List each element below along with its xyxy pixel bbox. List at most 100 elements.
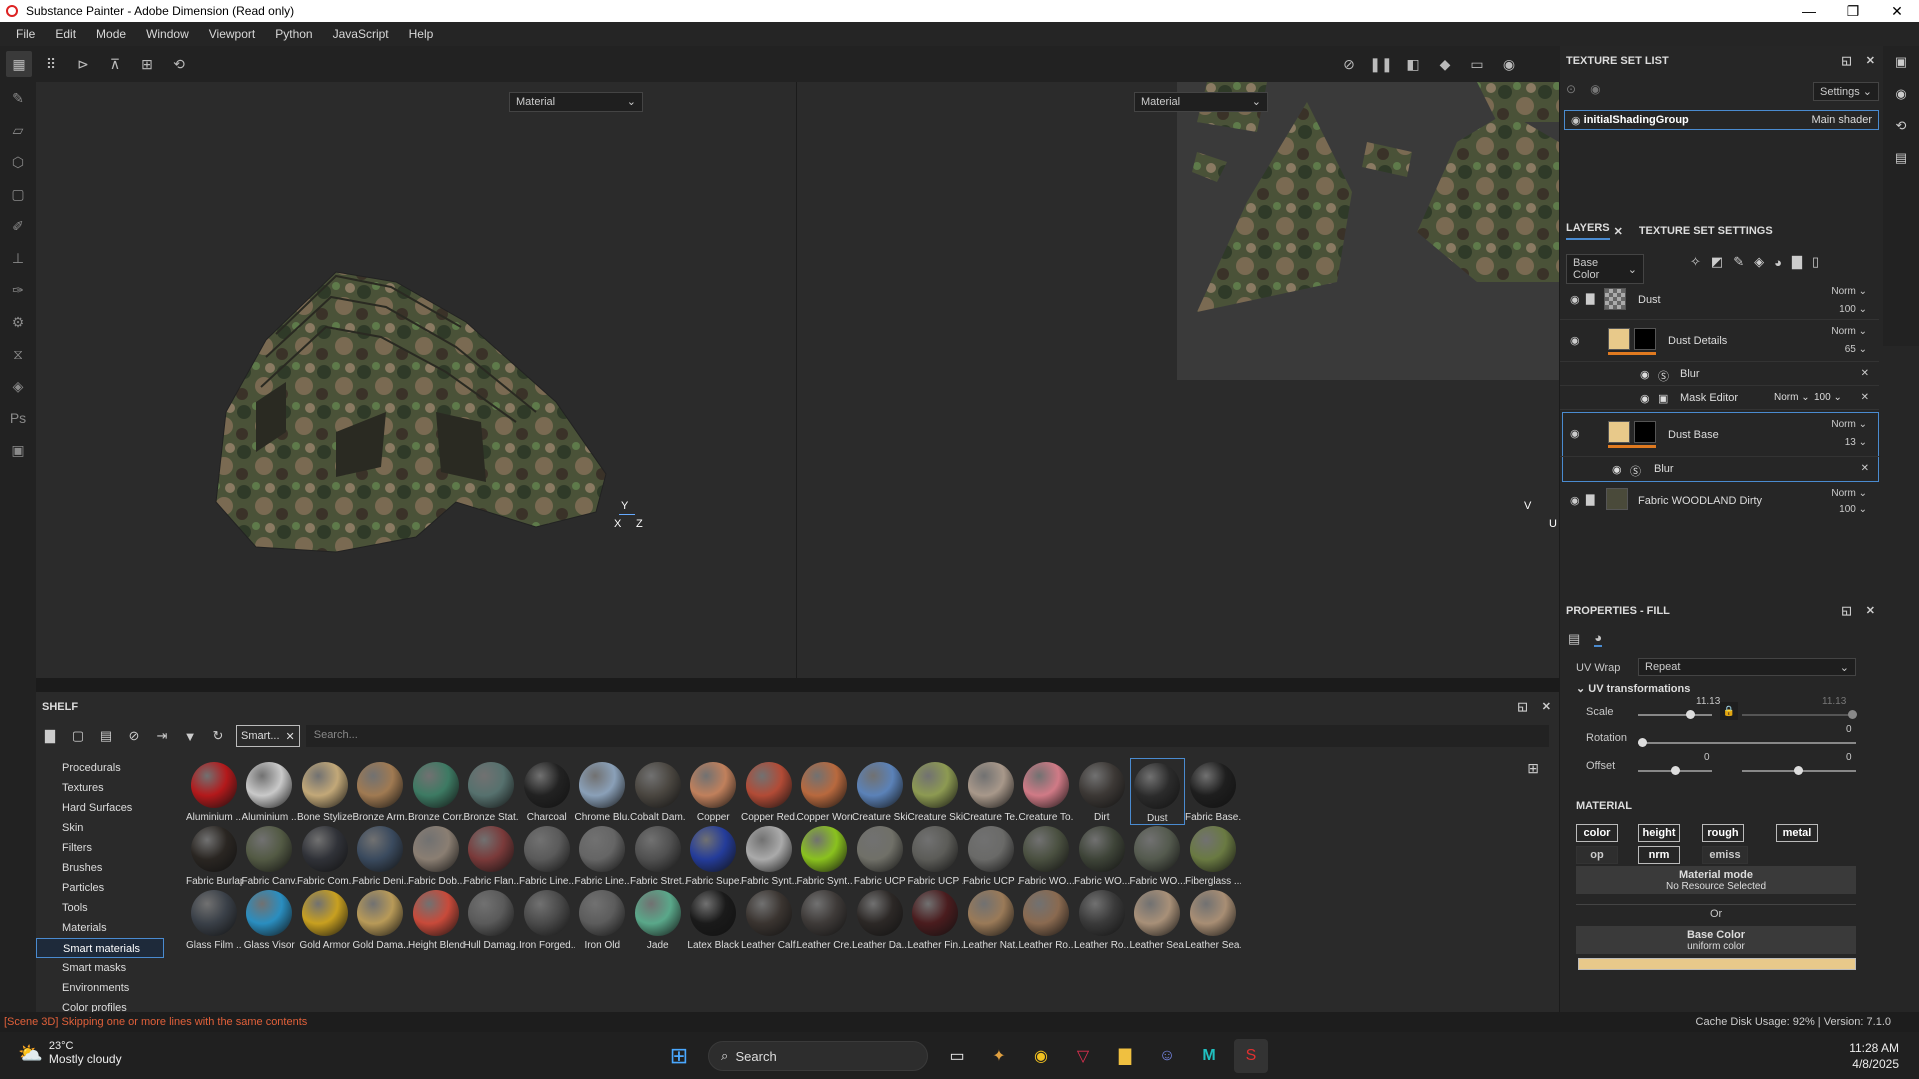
tab-texture-set-settings[interactable]: TEXTURE SET SETTINGS bbox=[1639, 225, 1773, 237]
layer-row[interactable]: ◉ ▇ Dust Norm ⌄ 100 ⌄ bbox=[1560, 280, 1879, 320]
cube-icon[interactable]: ◆ bbox=[1432, 51, 1458, 77]
discord-icon[interactable]: ☺ bbox=[1150, 1039, 1184, 1073]
effect-blend-mode[interactable]: Norm ⌄ bbox=[1774, 392, 1810, 403]
substance-painter-icon[interactable]: S bbox=[1234, 1039, 1268, 1073]
maximize-button[interactable]: ❐ bbox=[1831, 0, 1875, 22]
offset-y-value[interactable]: 0 bbox=[1846, 752, 1852, 763]
material-item[interactable]: Creature Te... bbox=[963, 758, 1019, 823]
category-smart-masks[interactable]: Smart masks bbox=[36, 958, 164, 978]
filter-tag[interactable]: Smart... ✕ bbox=[236, 725, 300, 747]
vivaldi-icon[interactable]: ▽ bbox=[1066, 1039, 1100, 1073]
material-item[interactable]: Fabric Synt... bbox=[797, 822, 852, 887]
remove-effect-icon[interactable]: ✕ bbox=[1861, 368, 1869, 379]
bake-icon[interactable]: ⚙ bbox=[0, 306, 36, 338]
fill-settings-icon[interactable]: ▤ bbox=[1568, 631, 1580, 647]
material-item[interactable]: Hull Damag... bbox=[464, 886, 519, 951]
hide-icon[interactable]: ⊘ bbox=[1336, 51, 1362, 77]
material-item[interactable]: Iron Old bbox=[575, 886, 631, 951]
pause-icon[interactable]: ❚❚ bbox=[1368, 51, 1394, 77]
rotation-value[interactable]: 0 bbox=[1846, 724, 1852, 735]
layer-blend-mode[interactable]: Norm ⌄ bbox=[1831, 488, 1867, 499]
material-item[interactable]: Copper bbox=[686, 758, 742, 823]
layer-eye-icon[interactable]: ◉ bbox=[1570, 334, 1580, 347]
layer-opacity[interactable]: 13 ⌄ bbox=[1845, 437, 1867, 448]
scale-value[interactable]: 11.13 bbox=[1696, 696, 1720, 707]
history-icon[interactable]: ⟲ bbox=[166, 51, 192, 77]
screenshot-camera-icon[interactable]: ◉ bbox=[1496, 51, 1522, 77]
texture-set-eye-icon[interactable]: ◉ bbox=[1571, 114, 1584, 127]
bake-settings-icon[interactable]: ⧖ bbox=[0, 338, 36, 370]
export-icon[interactable]: ▣ bbox=[0, 434, 36, 466]
paint-brush-icon[interactable]: ✎ bbox=[0, 82, 36, 114]
shelf-close-icon[interactable]: ✕ bbox=[1542, 700, 1551, 713]
channel-metal-button[interactable]: metal bbox=[1776, 824, 1818, 842]
layer-blend-mode[interactable]: Norm ⌄ bbox=[1831, 326, 1867, 337]
menu-python[interactable]: Python bbox=[275, 27, 312, 41]
history-icon[interactable]: ⟲ bbox=[1883, 110, 1919, 142]
channel-emiss-button[interactable]: emiss bbox=[1702, 846, 1748, 864]
refresh-icon[interactable]: ↻ bbox=[204, 728, 232, 744]
viewport-2d[interactable]: Material ⌄ V U bbox=[797, 82, 1559, 678]
menu-javascript[interactable]: JavaScript bbox=[333, 27, 389, 41]
menu-edit[interactable]: Edit bbox=[55, 27, 76, 41]
paint-layer-icon[interactable]: ✎ bbox=[1733, 254, 1744, 270]
material-item[interactable]: Latex Black bbox=[686, 886, 742, 951]
layer-opacity[interactable]: 65 ⌄ bbox=[1845, 344, 1867, 355]
database-icon[interactable]: ▤ bbox=[92, 728, 120, 744]
layer-row[interactable]: ◉ Dust Details Norm ⌄ 65 ⌄ bbox=[1560, 320, 1879, 362]
material-item[interactable]: Aluminium ... bbox=[242, 758, 297, 823]
split-view-icon[interactable]: ◧ bbox=[1400, 51, 1426, 77]
material-item[interactable]: Charcoal bbox=[519, 758, 575, 823]
layer-row[interactable]: ◉ ▇ Fabric WOODLAND Dirty Norm ⌄ 100 ⌄ bbox=[1560, 484, 1879, 514]
scale-slider[interactable] bbox=[1638, 710, 1712, 719]
material-item[interactable]: Chrome Blu... bbox=[575, 758, 630, 823]
material-item[interactable]: Bronze Stat... bbox=[464, 758, 519, 823]
category-brushes[interactable]: Brushes bbox=[36, 858, 164, 878]
material-item[interactable]: Aluminium ... bbox=[186, 758, 242, 823]
category-smart-materials[interactable]: Smart materials bbox=[36, 938, 164, 958]
fill-layer-icon[interactable]: ◈ bbox=[1754, 254, 1764, 270]
material-tab-icon[interactable]: ◕ bbox=[1594, 630, 1603, 647]
material-item[interactable]: Glass Visor bbox=[242, 886, 298, 951]
symmetry-x-icon[interactable]: ⊳ bbox=[70, 51, 96, 77]
tsl-settings-button[interactable]: Settings ⌄ bbox=[1813, 82, 1880, 101]
material-item[interactable]: Fabric Line... bbox=[575, 822, 630, 887]
tab-layers[interactable]: LAYERS bbox=[1566, 222, 1610, 240]
layer-blend-mode[interactable]: Norm ⌄ bbox=[1831, 286, 1867, 297]
menu-window[interactable]: Window bbox=[146, 27, 189, 41]
base-color-button[interactable]: Base Color uniform color bbox=[1576, 926, 1856, 954]
effect-row[interactable]: ◉ ▣ Mask Editor Norm ⌄ 100 ⌄ ✕ bbox=[1560, 386, 1879, 410]
weather-widget[interactable]: ⛅ 23°C Mostly cloudy bbox=[18, 1040, 122, 1066]
material-item[interactable]: Fabric Canv... bbox=[242, 822, 297, 887]
log-icon[interactable]: ▤ bbox=[1883, 142, 1919, 174]
material-item[interactable]: Fabric Synt... bbox=[741, 822, 797, 887]
material-item[interactable]: Jade bbox=[630, 886, 686, 951]
material-item[interactable]: Fabric WO... bbox=[1074, 822, 1130, 887]
clone-stamp-icon[interactable]: ⊥ bbox=[0, 242, 36, 274]
remove-filter-icon[interactable]: ✕ bbox=[286, 730, 295, 743]
material-item[interactable]: Fabric Deni... bbox=[353, 822, 408, 887]
remove-effect-icon[interactable]: ✕ bbox=[1861, 463, 1869, 474]
tsl-float-icon[interactable]: ◱ bbox=[1841, 54, 1851, 67]
layer-eye-icon[interactable]: ◉ bbox=[1570, 427, 1580, 440]
rotation-slider[interactable] bbox=[1638, 738, 1856, 747]
material-item[interactable]: Glass Film ... bbox=[186, 886, 242, 951]
delete-icon[interactable]: ▯ bbox=[1812, 254, 1819, 270]
material-item[interactable]: Creature Ski... bbox=[852, 758, 908, 823]
viewport-2d-channel-select[interactable]: Material ⌄ bbox=[1134, 92, 1268, 112]
material-item[interactable]: Iron Forged... bbox=[519, 886, 575, 951]
import-icon[interactable]: ⇥ bbox=[148, 728, 176, 744]
shader-settings-icon[interactable]: ◉ bbox=[1883, 78, 1919, 110]
material-item[interactable]: Fabric Line... bbox=[519, 822, 575, 887]
texture-set-shader[interactable]: Main shader bbox=[1811, 114, 1872, 126]
lock-icon[interactable]: 🔒 bbox=[1720, 702, 1738, 720]
material-item[interactable]: Leather Nat... bbox=[963, 886, 1019, 951]
eraser-icon[interactable]: ▱ bbox=[0, 114, 36, 146]
symmetry-y-icon[interactable]: ⊼ bbox=[102, 51, 128, 77]
remove-effect-icon[interactable]: ✕ bbox=[1861, 392, 1869, 403]
material-item[interactable]: Fabric Supe... bbox=[686, 822, 741, 887]
material-item[interactable]: Fiberglass ... bbox=[1185, 822, 1241, 887]
effect-eye-icon[interactable]: ◉ bbox=[1612, 463, 1622, 476]
effect-row[interactable]: ◉ Ⓢ Blur ✕ bbox=[1560, 362, 1879, 386]
category-filters[interactable]: Filters bbox=[36, 838, 164, 858]
